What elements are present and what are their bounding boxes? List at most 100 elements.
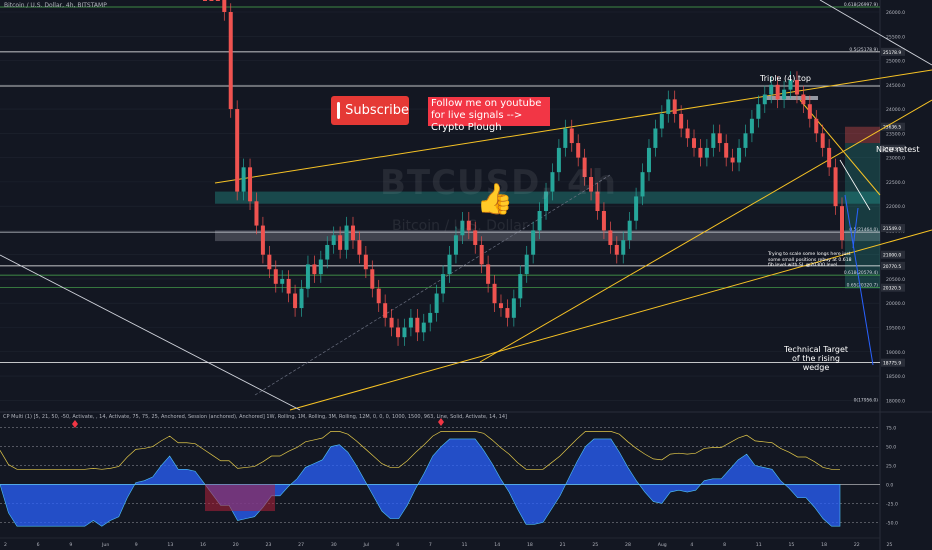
candle-body xyxy=(737,147,742,163)
osc-level-label: 75.0 xyxy=(886,426,896,432)
play-icon xyxy=(337,102,351,119)
level-tag-label: 21000.0 xyxy=(883,253,901,259)
x-tick-label: 20 xyxy=(233,542,239,548)
candle-body xyxy=(614,244,619,255)
candle-body xyxy=(383,303,388,318)
candle-body xyxy=(524,254,529,275)
x-tick-label: 11 xyxy=(756,542,762,548)
y-tick-label: 18000.0 xyxy=(886,398,905,404)
candle-body xyxy=(627,220,632,241)
candle-body xyxy=(646,147,651,173)
candle-body xyxy=(331,235,336,245)
candle-body xyxy=(724,143,729,158)
candle-body xyxy=(267,254,272,270)
x-tick-label: 9 xyxy=(69,542,72,548)
triple-top-box xyxy=(766,96,818,100)
x-tick-label: 27 xyxy=(298,542,304,548)
level-tag-label: 25178.9 xyxy=(883,50,901,56)
candle-body xyxy=(357,240,362,255)
candle-body xyxy=(402,327,407,338)
subscribe-label: Subscribe xyxy=(345,103,409,118)
candle-body xyxy=(672,99,677,114)
x-tick-label: 13 xyxy=(167,542,173,548)
candle-body xyxy=(782,89,787,100)
candle-body xyxy=(415,317,420,333)
x-tick-label: 25 xyxy=(887,542,893,548)
candle-body xyxy=(659,113,664,129)
osc-level-label: 50.0 xyxy=(886,445,896,451)
chart-stage[interactable]: 18000.0 18500.0 19000.0 19500.0 20000.0 20500… xyxy=(0,0,932,550)
candle-body xyxy=(801,94,806,105)
level-tag-label: 20770.5 xyxy=(883,264,901,270)
y-tick-label: 22000.0 xyxy=(886,204,905,210)
candle-body xyxy=(486,264,491,284)
x-tick-label: Jun xyxy=(101,542,109,548)
candle-body xyxy=(254,201,259,226)
osc-level-label: 0.0 xyxy=(886,482,893,488)
x-tick-label: 23 xyxy=(265,542,271,548)
candle-body xyxy=(807,104,812,119)
oscillator-label: CP Multi (1) [5, 21, 50, -50, Activate, … xyxy=(3,414,507,420)
x-tick-label: 6 xyxy=(37,542,40,548)
candle-body xyxy=(531,230,536,255)
candle-body xyxy=(396,327,401,338)
osc-wave xyxy=(0,438,841,527)
candle-body xyxy=(505,308,510,318)
candle-body xyxy=(640,172,645,197)
candle-body xyxy=(827,147,832,168)
y-tick-label: 19000.0 xyxy=(886,350,905,356)
x-tick-label: 18 xyxy=(527,542,533,548)
x-tick-label: Jul xyxy=(363,542,370,548)
candle-body xyxy=(293,293,298,309)
x-tick-label: 18 xyxy=(821,542,827,548)
candle-body xyxy=(203,0,207,1)
x-tick-label: 11 xyxy=(462,542,468,548)
y-tick-label: 23000.0 xyxy=(886,156,905,162)
candle-body xyxy=(299,288,304,309)
name-watermark: Bitcoin / U.S. Dollar xyxy=(392,218,528,234)
y-tick-label: 18500.0 xyxy=(886,374,905,380)
candle-body xyxy=(389,317,394,328)
candle-body xyxy=(666,99,671,114)
candle-body xyxy=(350,225,355,241)
fib-label: 0(17956.0) xyxy=(854,397,879,403)
osc-level-label: -25.0 xyxy=(886,501,898,507)
candle-body xyxy=(518,274,523,299)
candle-body xyxy=(814,118,819,134)
x-tick-label: 2 xyxy=(4,542,7,548)
candle-body xyxy=(704,147,709,158)
candle-body xyxy=(428,312,433,323)
candle-body xyxy=(453,235,458,255)
y-tick-label: 25000.0 xyxy=(886,59,905,65)
subscribe-button[interactable]: Subscribe xyxy=(331,96,409,125)
descending-line xyxy=(0,254,301,411)
candle-body xyxy=(421,322,426,333)
target-annotation: Technical Target of the rising wedge xyxy=(783,345,849,372)
candle-body xyxy=(363,254,368,270)
fib-label: 0.5(25178.9) xyxy=(849,47,878,53)
candle-body xyxy=(441,274,446,294)
candle-body xyxy=(447,254,452,275)
candle-body xyxy=(325,244,330,260)
candle-body xyxy=(563,128,568,148)
osc-signal-line xyxy=(0,431,840,470)
candle-body xyxy=(711,133,716,148)
candle-body xyxy=(698,147,703,158)
candle-body xyxy=(222,0,227,12)
candle-body xyxy=(749,118,754,134)
candle-body xyxy=(344,225,349,250)
y-tick-label: 23500.0 xyxy=(886,131,905,137)
candle-body xyxy=(235,109,240,192)
y-tick-label: 20500.0 xyxy=(886,277,905,283)
x-tick-label: 14 xyxy=(494,542,500,548)
fib-label: 0.618(26997.9) xyxy=(844,2,878,8)
candle-body xyxy=(479,244,484,265)
x-tick-label: 22 xyxy=(854,542,860,548)
x-tick-label: 4 xyxy=(690,542,693,548)
candle-body xyxy=(260,225,265,255)
osc-red-zone xyxy=(205,484,275,512)
candle-body xyxy=(215,0,220,1)
chart-title: Bitcoin / U.S. Dollar, 4h, BITSTAMP xyxy=(4,2,107,9)
candle-body xyxy=(601,211,606,231)
candle-body xyxy=(775,84,780,100)
